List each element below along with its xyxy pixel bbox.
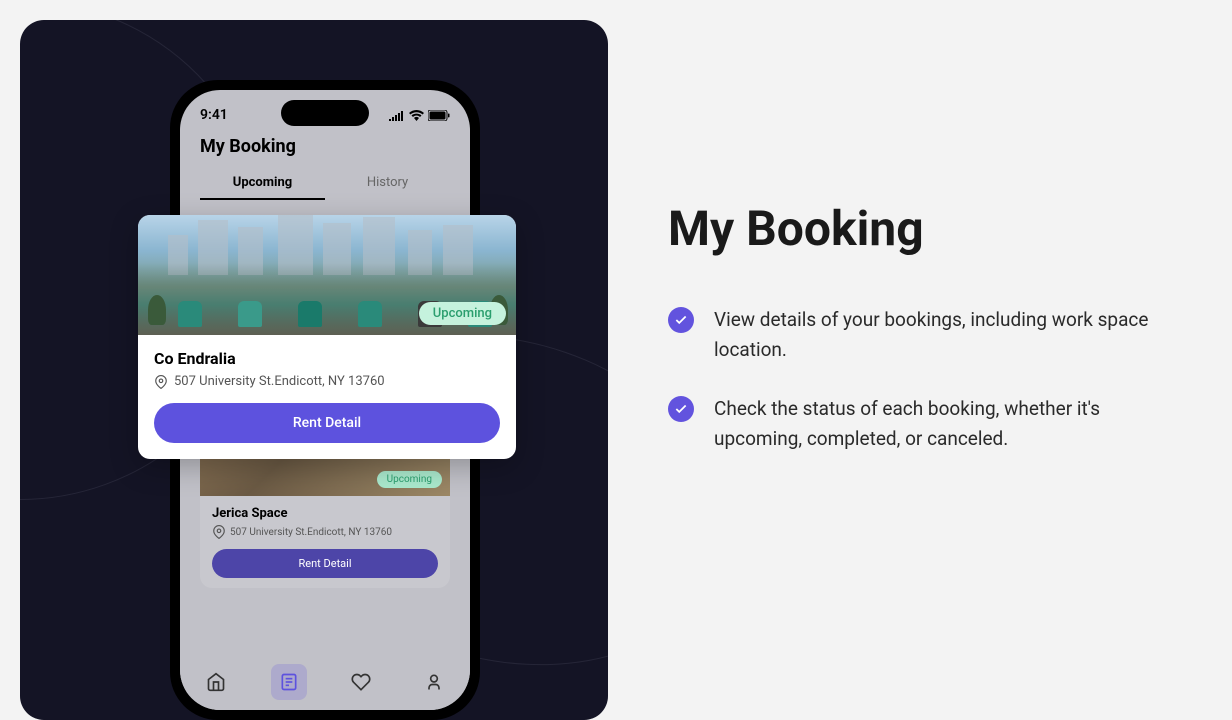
nav-profile-icon[interactable] (416, 664, 452, 700)
content-panel: My Booking View details of your bookings… (608, 0, 1232, 700)
pin-icon (154, 375, 168, 389)
tab-upcoming[interactable]: Upcoming (200, 175, 325, 200)
status-badge: Upcoming (419, 302, 506, 325)
nav-home-icon[interactable] (198, 664, 234, 700)
tab-history[interactable]: History (325, 175, 450, 200)
booking-card-address: 507 University St.Endicott, NY 13760 (212, 525, 438, 539)
status-icons (389, 110, 450, 121)
nav-favorites-icon[interactable] (343, 664, 379, 700)
booking-card-title: Co Endralia (154, 349, 500, 368)
status-badge: Upcoming (377, 471, 442, 488)
booking-card-image: Upcoming (138, 215, 516, 335)
feature-item: Check the status of each booking, whethe… (668, 394, 1172, 455)
feature-text: Check the status of each booking, whethe… (714, 394, 1172, 455)
nav-bookings-icon[interactable] (271, 664, 307, 700)
page-title: My Booking (668, 200, 1172, 257)
screen-title: My Booking (180, 130, 470, 169)
phone-preview-panel: 9:41 My Booking Upcoming History Upcomin… (20, 20, 608, 720)
rent-detail-button[interactable]: Rent Detail (212, 549, 438, 578)
feature-list: View details of your bookings, including… (668, 305, 1172, 455)
check-icon (668, 307, 694, 333)
booking-card-featured[interactable]: Upcoming Co Endralia 507 University St.E… (138, 215, 516, 459)
pin-icon (212, 525, 226, 539)
feature-item: View details of your bookings, including… (668, 305, 1172, 366)
status-time: 9:41 (200, 107, 228, 123)
booking-card-address: 507 University St.Endicott, NY 13760 (154, 374, 500, 389)
tabs: Upcoming History (180, 169, 470, 206)
bottom-nav (180, 654, 470, 710)
rent-detail-button[interactable]: Rent Detail (154, 403, 500, 443)
booking-card-title: Jerica Space (212, 506, 438, 521)
feature-text: View details of your bookings, including… (714, 305, 1172, 366)
check-icon (668, 396, 694, 422)
